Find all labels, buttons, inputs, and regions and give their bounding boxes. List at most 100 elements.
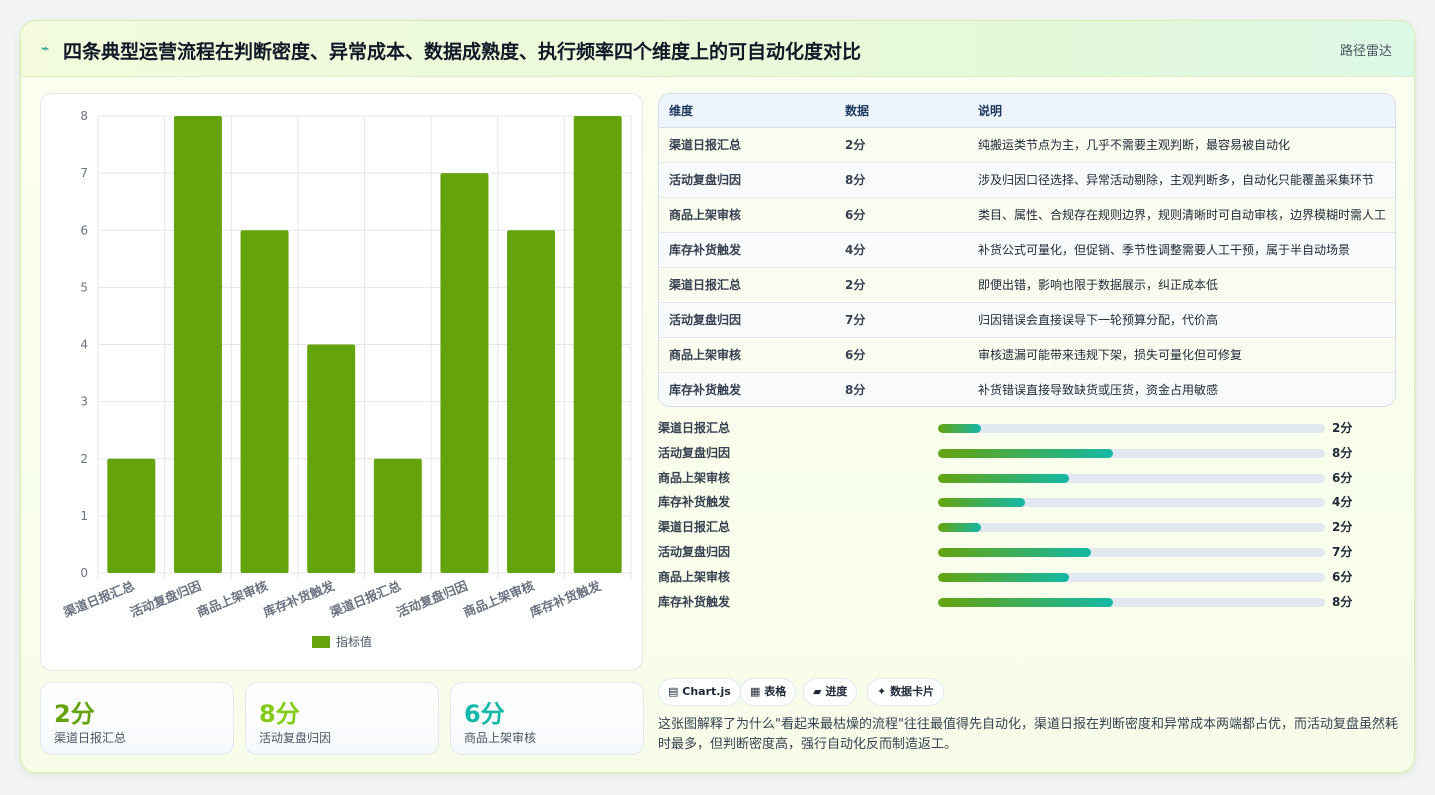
kpi-card: 2分 渠道日报汇总 [40,682,234,755]
kpi-label: 活动复盘归因 [259,731,332,745]
chip-chartjs[interactable]: ▤ Chart.js [658,678,741,706]
bar [440,173,489,573]
progress-row: 库存补货触发 8分 [658,591,1358,616]
cell-score: 2分 [835,267,968,303]
progress-label: 商品上架审核 [658,569,731,584]
legend-swatch [312,636,330,648]
table-row: 活动复盘归因 8分 涉及归因口径选择、异常活动剔除，主观判断多，自动化只能覆盖采集环… [659,162,1395,198]
x-tick-label: 商品上架审核 [195,578,271,620]
progress-label: 商品上架审核 [658,470,731,485]
progress-value: 6分 [1332,569,1353,584]
header: ⌁ 四条典型运营流程在判断密度、异常成本、数据成熟度、执行频率四个维度上的可自动… [21,21,1414,77]
progress-track [938,448,1325,458]
cell-score: 4分 [835,232,968,268]
progress-value: 2分 [1332,421,1353,435]
bar [107,458,156,573]
bar [240,230,289,573]
cell-score: 6分 [835,197,968,233]
cell-dimension: 活动复盘归因 [659,162,835,198]
progress-track [938,572,1325,582]
progress-track [938,473,1325,483]
chip-table[interactable]: ▦ 表格 [740,678,797,706]
page-subtitle: 路径雷达 [1339,44,1392,59]
cell-score: 6分 [835,337,968,373]
progress-row: 商品上架审核 6分 [658,566,1358,591]
chip-label: Chart.js [682,685,731,698]
progress-fill [938,424,981,433]
chip-progress[interactable]: ▰ 进度 [803,678,858,706]
progress-fill [938,547,1091,557]
y-tick-label: 0 [80,566,88,580]
progress-label: 库存补货触发 [658,495,731,510]
cell-dimension: 渠道日报汇总 [659,267,835,303]
y-tick-label: 3 [80,395,88,409]
bar [307,344,356,573]
y-tick-label: 8 [80,109,88,123]
chip-label: 数据卡片 [890,685,935,698]
progress-row: 活动复盘归因 7分 [658,541,1358,566]
table-row: 渠道日报汇总 2分 即便出错，影响也限于数据展示，纠正成本低 [659,267,1395,303]
y-tick-label: 2 [80,452,88,466]
kpi-value: 6分 [464,700,505,728]
y-tick-label: 6 [80,223,88,237]
cell-dimension: 渠道日报汇总 [659,127,835,163]
cell-score: 8分 [835,162,968,198]
table-row: 商品上架审核 6分 审核遗漏可能带来违规下架，损失可量化但可修复 [659,337,1395,373]
chip-label: 表格 [764,685,787,698]
progress-track [938,597,1325,607]
progress-fill [938,523,981,533]
progress-row: 渠道日报汇总 2分 [658,417,1358,442]
table-row: 渠道日报汇总 2分 纯搬运类节点为主，几乎不需要主观判断，最容易被自动化 [659,127,1395,163]
progress-value: 4分 [1332,495,1353,510]
progress-fill [938,498,1026,508]
progress-icon: ▰ [813,685,822,698]
progress-track [938,424,1325,433]
bar [507,230,556,573]
kpi-card: 8分 活动复盘归因 [245,682,439,755]
table-row: 库存补货触发 4分 补货公式可量化，但促销、季节性调整需要人工干预，属于半自动场景 [659,232,1395,268]
progress-label: 渠道日报汇总 [658,520,731,535]
cell-score: 2分 [835,127,968,163]
progress-fill [938,448,1114,458]
table-icon: ▦ [750,685,761,698]
progress-label: 活动复盘归因 [658,544,731,559]
cell-note: 纯搬运类节点为主，几乎不需要主观判断，最容易被自动化 [968,127,1395,163]
progress-row: 渠道日报汇总 2分 [658,516,1358,541]
progress-value: 7分 [1332,544,1353,559]
progress-label: 渠道日报汇总 [658,421,731,435]
x-tick-label: 活动复盘归因 [394,578,469,620]
progress-label: 库存补货触发 [658,594,731,609]
progress-track [938,523,1325,533]
x-tick-label: 商品上架审核 [461,578,537,620]
progress-row: 库存补货触发 4分 [658,491,1358,516]
cell-note: 归因错误会直接误导下一轮预算分配，代价高 [968,302,1395,338]
cell-dimension: 活动复盘归因 [659,302,835,338]
kpi-label: 商品上架审核 [464,731,537,745]
cell-note: 审核遗漏可能带来违规下架，损失可量化但可修复 [968,337,1395,373]
table-row: 库存补货触发 8分 补货错误直接导致缺货或压货，资金占用敏感 [659,372,1395,406]
x-tick-label: 库存补货触发 [261,578,337,620]
sparkle-icon: ✦ [877,685,887,698]
kpi-value: 8分 [259,700,300,728]
cell-score: 7分 [835,302,968,338]
column-header: 数据 [835,94,968,128]
cell-dimension: 库存补货触发 [669,383,742,398]
chart-icon: ▤ [668,685,679,698]
lightning-icon: ⌁ [41,41,50,57]
cell-note: 补货公式可量化，但促销、季节性调整需要人工干预，属于半自动场景 [968,232,1395,268]
table-row: 活动复盘归因 7分 归因错误会直接误导下一轮预算分配，代价高 [659,302,1395,338]
cell-dimension: 库存补货触发 [659,232,835,268]
column-header: 说明 [968,94,1395,128]
progress-value: 2分 [1332,520,1353,535]
progress-row: 活动复盘归因 8分 [658,442,1358,467]
progress-value: 8分 [1332,445,1353,460]
description-text: 这张图解释了为什么"看起来最枯燥的流程"往往最值得先自动化，渠道日报在判断密度和… [658,717,1398,752]
legend-label: 指标值 [336,634,372,649]
cell-dimension: 商品上架审核 [659,337,835,373]
data-table: 维度 数据 说明 渠道日报汇总 2分 纯搬运类节点为主，几乎不需要主观判断，最容易被… [658,93,1396,407]
chip-label: 进度 [825,685,848,698]
cell-note: 补货错误直接导致缺货或压货，资金占用敏感 [978,383,1219,398]
chip-data-card[interactable]: ✦ 数据卡片 [867,678,945,706]
y-tick-label: 7 [80,166,88,180]
table-row: 商品上架审核 6分 类目、属性、合规存在规则边界，规则清晰时可自动审核，边界模糊时需… [659,197,1395,233]
